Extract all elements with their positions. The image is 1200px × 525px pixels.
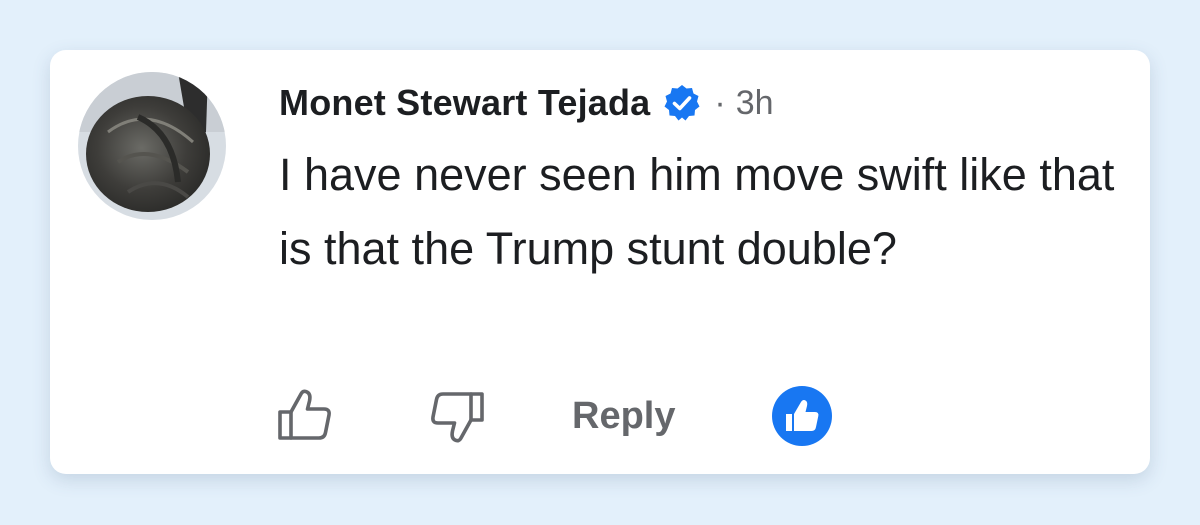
avatar[interactable] xyxy=(78,72,226,220)
comment-header: Monet Stewart Tejada · 3h xyxy=(279,78,774,128)
avatar-photo xyxy=(78,72,226,220)
reply-button[interactable]: Reply xyxy=(572,395,675,438)
verified-badge-icon xyxy=(662,83,702,123)
thumbs-up-outline-icon[interactable] xyxy=(274,385,336,447)
like-reaction-icon[interactable] xyxy=(771,385,833,447)
comment-card: Monet Stewart Tejada · 3h I have never s… xyxy=(50,50,1150,474)
comment-actions: Reply xyxy=(274,384,833,448)
separator-dot: · xyxy=(714,83,726,122)
thumbs-down-outline-icon[interactable] xyxy=(426,385,488,447)
comment-text: I have never seen him move swift like th… xyxy=(279,149,1115,274)
author-name[interactable]: Monet Stewart Tejada xyxy=(279,82,650,124)
timestamp[interactable]: 3h xyxy=(736,84,774,123)
